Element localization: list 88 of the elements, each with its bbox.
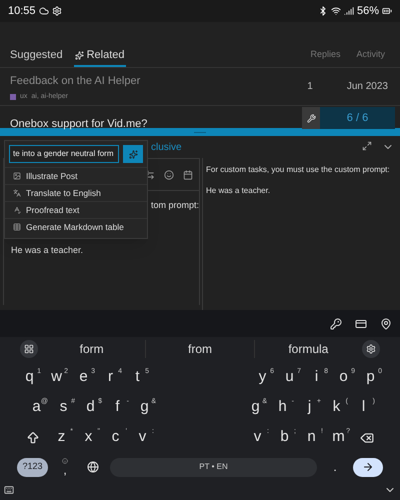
key-label: k [332, 397, 340, 418]
bluetooth-icon [318, 6, 328, 16]
symbols-key[interactable]: ?123 [17, 458, 48, 476]
settings-icon [366, 344, 376, 354]
suggestion[interactable]: form [80, 340, 104, 358]
period-key[interactable]: . [323, 458, 347, 476]
key-label: t [135, 367, 140, 388]
prompt-field[interactable]: te into a gender neutral form [9, 145, 120, 163]
key-label: y [258, 367, 266, 388]
clock: 10:55 [8, 4, 36, 19]
tab[interactable]: Related [74, 45, 126, 67]
key-label: e [79, 367, 88, 388]
key-label: m [332, 427, 345, 448]
translate-icon [13, 189, 21, 197]
enter-key[interactable] [353, 458, 383, 476]
smiley-icon[interactable] [164, 170, 174, 180]
editor-text: He was a teacher. [11, 244, 84, 256]
key-label: w [51, 367, 62, 388]
menu-item[interactable]: Illustrate Post [5, 167, 147, 184]
menu-item[interactable]: Translate to English [5, 184, 147, 201]
key-label: i [314, 367, 318, 388]
suggestion[interactable]: from [188, 340, 212, 358]
spellcheck-icon [13, 206, 21, 214]
key-label: b [280, 427, 289, 448]
menu-item[interactable]: Generate Markdown table [5, 218, 147, 235]
submit-button[interactable] [123, 145, 143, 163]
shift-icon [26, 430, 40, 444]
key-label: d [86, 397, 95, 418]
image-icon [13, 172, 21, 180]
key-label: n [307, 427, 316, 448]
key-label: q [25, 367, 34, 388]
menu-item[interactable]: Proofread text [5, 201, 147, 218]
wifi-icon [330, 6, 341, 16]
activity-date: Jun 2023 [346, 80, 388, 94]
reply-count: 1 [307, 80, 313, 94]
apps-button[interactable] [20, 340, 38, 358]
key-label: c [112, 427, 120, 448]
column-header: Activity [356, 48, 385, 61]
key-label: a [32, 397, 41, 418]
backspace-icon [360, 430, 374, 444]
gear-icon [52, 6, 62, 16]
battery-icon [382, 6, 392, 16]
topic-title[interactable]: Onebox support for Vid.me? [10, 116, 148, 132]
key-label: h [278, 397, 287, 418]
arrow-right-icon [362, 461, 374, 473]
wrench-button[interactable] [302, 107, 320, 129]
key-label: u [285, 367, 294, 388]
key-label: o [339, 367, 348, 388]
signal-icon [344, 6, 354, 16]
location-icon[interactable] [380, 318, 392, 330]
cloud-icon [38, 6, 49, 16]
keyboard-icon[interactable] [4, 484, 14, 494]
key-label: x [84, 427, 92, 448]
editor-text: tom prompt: [151, 199, 200, 212]
preview-text: For custom tasks, you must use the custom prompt: [206, 164, 391, 176]
key-label: l [362, 397, 366, 418]
key-label: j [308, 397, 312, 418]
comma-key[interactable]: , [54, 458, 76, 476]
emoji-icon [62, 458, 68, 464]
key-label: z [58, 427, 66, 448]
space-bar[interactable]: PT • EN [110, 458, 317, 476]
key-label: r [108, 367, 113, 388]
globe-icon [87, 461, 99, 473]
card-icon[interactable] [355, 318, 367, 330]
calendar-icon[interactable] [183, 170, 193, 180]
sparkle-icon [74, 50, 84, 60]
progress-counter[interactable]: 6 / 6 [320, 107, 395, 129]
key-label: p [366, 367, 375, 388]
key-label: g [140, 397, 149, 418]
grid-icon [24, 344, 34, 354]
expand-icon[interactable] [362, 141, 372, 151]
key-icon[interactable] [330, 318, 342, 330]
topic-title[interactable]: Feedback on the AI Helper [10, 73, 140, 90]
toolbar-text[interactable]: clusive [151, 140, 182, 154]
column-header: Replies [310, 48, 340, 61]
suggestion[interactable]: formula [288, 340, 328, 358]
key-label: f [115, 397, 120, 418]
battery-level: 56% [356, 4, 379, 19]
sparkle-icon [128, 150, 138, 158]
wrench-icon [306, 114, 316, 122]
key-label: g [251, 397, 260, 418]
tab[interactable]: Suggested [9, 45, 64, 67]
key-label: v [254, 427, 262, 448]
key-label: s [60, 397, 68, 418]
key-label: v [138, 427, 146, 448]
settings-button[interactable] [362, 340, 380, 358]
preview-text: He was a teacher. [206, 185, 272, 197]
table-icon [13, 223, 21, 231]
